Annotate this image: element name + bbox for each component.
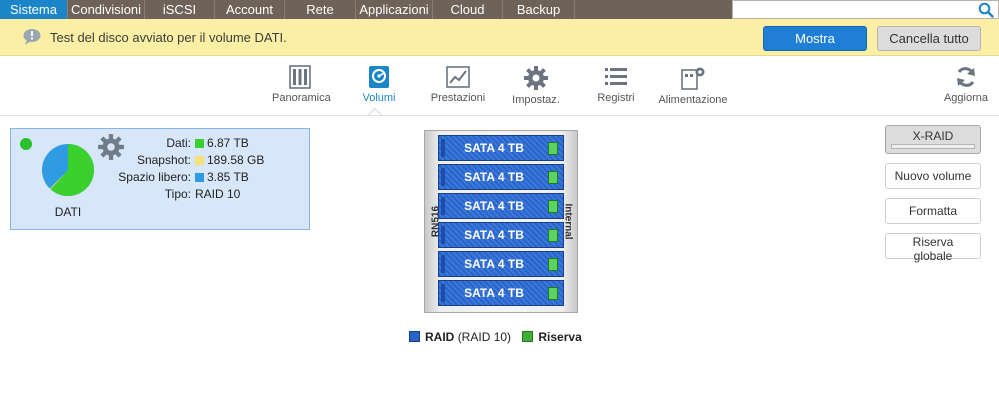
tab-sistema[interactable]: Sistema (0, 0, 68, 19)
global-spare-button[interactable]: Riserva globale (885, 233, 981, 263)
toolbar-performance-label: Prestazioni (430, 92, 486, 104)
disk-bay-label: SATA 4 TB (464, 199, 524, 213)
search-box (732, 0, 999, 19)
disk-bay-label: SATA 4 TB (464, 257, 524, 271)
disk-bay-6[interactable]: SATA 4 TB (438, 280, 564, 306)
clear-all-button[interactable]: Cancella tutto (877, 26, 981, 51)
disk-status-led (548, 287, 558, 300)
disk-bay-label: SATA 4 TB (464, 228, 524, 242)
main-tabs: Sistema Condivisioni iSCSI Account Rete … (0, 0, 575, 19)
toolbar-logs-label: Registri (597, 92, 635, 104)
xraid-label: X-RAID (912, 129, 954, 143)
raid-legend-swatch (409, 331, 420, 342)
stat-data-key: Dati: (166, 136, 191, 150)
refresh-label: Aggiorna (943, 92, 989, 104)
disk-status-led (548, 142, 558, 155)
refresh-button[interactable]: Aggiorna (943, 56, 989, 116)
disk-bay-1[interactable]: SATA 4 TB (438, 135, 564, 161)
search-icon[interactable] (978, 2, 994, 18)
stat-type: Tipo: RAID 10 (116, 186, 264, 203)
disk-bays: SATA 4 TB SATA 4 TB SATA 4 TB SATA 4 TB … (438, 135, 564, 309)
power-settings-icon (681, 67, 705, 90)
snapshot-swatch (195, 156, 204, 165)
disk-status-led (548, 258, 558, 271)
active-tab-indicator-inner (369, 109, 381, 115)
toolbar-overview[interactable]: Panoramica (272, 56, 331, 116)
stat-type-key: Tipo: (164, 187, 191, 201)
stat-snapshot: Snapshot: 189.58 GB (116, 152, 264, 169)
gear-icon (524, 66, 548, 90)
raid-legend-type: (RAID 10) (457, 330, 512, 344)
disk-status-led (548, 200, 558, 213)
toolbar-volumes-label: Volumi (362, 92, 396, 104)
volume-usage-pie (42, 143, 95, 196)
spare-legend-swatch (522, 331, 534, 342)
stat-free: Spazio libero: 3.85 TB (116, 169, 264, 186)
volume-card[interactable]: DATI Dati: 6.87 TB Snapshot: 189.58 GB Spa… (10, 128, 310, 230)
top-nav-bar: Sistema Condivisioni iSCSI Account Rete … (0, 0, 999, 19)
tab-cloud[interactable]: Cloud (433, 0, 503, 19)
toolbar-overview-label: Panoramica (272, 92, 331, 104)
stat-type-value: RAID 10 (195, 187, 241, 201)
disk-status-led (548, 171, 558, 184)
stat-free-value: 3.85 TB (207, 170, 249, 184)
show-button[interactable]: Mostra (763, 26, 867, 51)
tab-backup[interactable]: Backup (503, 0, 575, 19)
toolbar-logs[interactable]: Registri (595, 56, 637, 116)
disk-bay-label: SATA 4 TB (464, 141, 524, 155)
toolbar-settings-label: Impostaz. (512, 94, 560, 106)
disk-bay-3[interactable]: SATA 4 TB (438, 193, 564, 219)
tab-iscsi[interactable]: iSCSI (145, 0, 215, 19)
section-toolbar: Panoramica Volumi Prestazioni Impostaz. … (0, 56, 999, 116)
disk-bay-label: SATA 4 TB (464, 286, 524, 300)
stat-data: Dati: 6.87 TB (116, 135, 264, 152)
tab-applicazioni[interactable]: Applicazioni (356, 0, 433, 19)
raid-legend-label: RAID (425, 330, 455, 344)
stat-snapshot-value: 189.58 GB (207, 153, 265, 167)
spare-legend-label: Riserva (538, 330, 582, 344)
notification-text: Test del disco avviato per il volume DAT… (50, 30, 287, 45)
refresh-icon (957, 67, 975, 87)
stat-snapshot-key: Snapshot: (136, 153, 191, 167)
enclosure-side-label: Internal (562, 203, 574, 240)
format-button[interactable]: Formatta (885, 198, 981, 224)
overview-icon (289, 65, 311, 89)
chat-bubble-icon (23, 29, 41, 45)
disk-bay-2[interactable]: SATA 4 TB (438, 164, 564, 190)
disk-status-led (548, 229, 558, 242)
toolbar-volumes[interactable]: Volumi (358, 56, 400, 116)
performance-chart-icon (446, 66, 470, 88)
tab-condivisioni[interactable]: Condivisioni (68, 0, 145, 19)
free-swatch (195, 173, 204, 182)
stat-data-value: 6.87 TB (207, 136, 249, 150)
disk-bay-4[interactable]: SATA 4 TB (438, 222, 564, 248)
toolbar-power-label: Alimentazione (658, 94, 728, 106)
disk-bay-5[interactable]: SATA 4 TB (438, 251, 564, 277)
toolbar-performance[interactable]: Prestazioni (430, 56, 486, 116)
volume-stats: Dati: 6.87 TB Snapshot: 189.58 GB Spazio l… (116, 135, 264, 203)
xraid-indicator-bar (891, 144, 975, 149)
data-swatch (195, 139, 204, 148)
tab-rete[interactable]: Rete (285, 0, 356, 19)
toolbar-power[interactable]: Alimentazione (658, 56, 728, 116)
volume-status-dot (20, 138, 32, 150)
logs-list-icon (605, 68, 627, 85)
volumes-icon (369, 66, 389, 88)
toolbar-settings[interactable]: Impostaz. (510, 56, 562, 116)
xraid-toggle[interactable]: X-RAID (885, 125, 981, 154)
stat-free-key: Spazio libero: (118, 170, 191, 184)
new-volume-button[interactable]: Nuovo volume (885, 163, 981, 189)
nas-enclosure: RN516 Internal SATA 4 TB SATA 4 TB SATA … (424, 130, 578, 313)
disk-bay-label: SATA 4 TB (464, 170, 524, 184)
disk-legend: RAID (RAID 10) Riserva (409, 330, 582, 344)
volume-name: DATI (54, 205, 82, 219)
tab-account[interactable]: Account (215, 0, 285, 19)
search-input[interactable] (737, 2, 971, 19)
